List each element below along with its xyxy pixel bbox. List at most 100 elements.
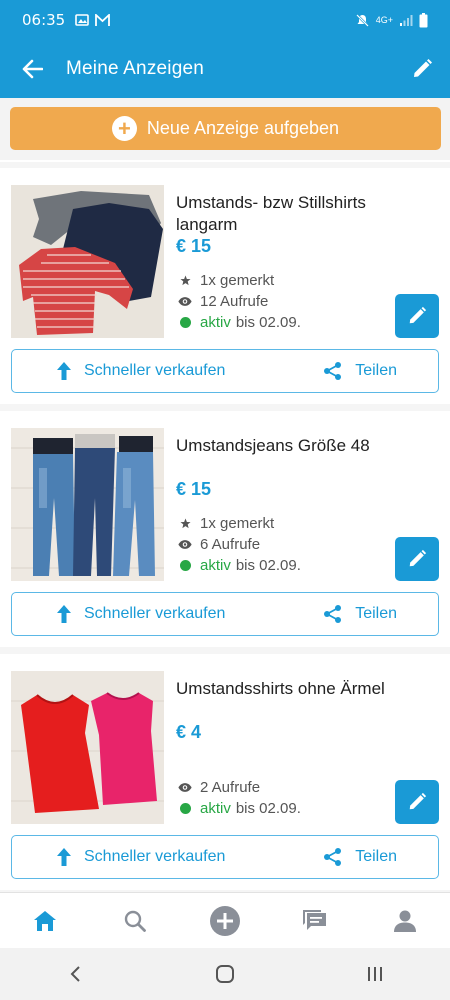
ad-image-long-sleeve-shirts[interactable] bbox=[11, 185, 164, 338]
ad-price: € 15 bbox=[176, 479, 212, 499]
ad-status: aktiv bis 02.09. bbox=[178, 555, 301, 576]
new-ad-button[interactable]: + Neue Anzeige aufgeben bbox=[10, 107, 441, 150]
share-button[interactable]: Teilen bbox=[323, 604, 397, 624]
status-label: aktiv bbox=[200, 314, 231, 331]
views-count: 6 Aufrufe bbox=[178, 534, 301, 555]
edit-ads-button[interactable] bbox=[394, 40, 450, 98]
saved-count-label: 1x gemerkt bbox=[200, 515, 275, 532]
page-title: Meine Anzeigen bbox=[66, 58, 205, 79]
status-label: aktiv bbox=[200, 557, 231, 574]
status-dot-icon bbox=[178, 803, 192, 814]
pencil-icon bbox=[409, 792, 427, 810]
ad-image-sleeveless-shirts[interactable] bbox=[11, 671, 164, 824]
saved-count: 1x gemerkt bbox=[178, 513, 301, 534]
ad-stats: 1x gemerkt 6 Aufrufe aktiv bis 02.09. bbox=[178, 513, 301, 576]
status-until: bis 02.09. bbox=[235, 557, 301, 574]
system-back-button[interactable] bbox=[45, 954, 105, 994]
new-ad-button-label: Neue Anzeige aufgeben bbox=[146, 118, 340, 138]
sell-faster-label: Schneller verkaufen bbox=[84, 605, 226, 622]
image-icon bbox=[75, 14, 90, 26]
sell-faster-label: Schneller verkaufen bbox=[84, 362, 226, 379]
eye-icon bbox=[178, 782, 192, 793]
saved-count-label: 1x gemerkt bbox=[200, 272, 275, 289]
share-icon bbox=[324, 605, 342, 623]
star-icon bbox=[178, 275, 192, 286]
home-square-icon bbox=[216, 965, 234, 983]
add-icon bbox=[210, 905, 240, 936]
signal-icon bbox=[400, 14, 413, 26]
share-button[interactable]: Teilen bbox=[323, 847, 397, 867]
network-type: 4G+ bbox=[375, 15, 393, 25]
ad-title[interactable]: Umstands- bzw Stillshirts langarm bbox=[176, 192, 416, 236]
status-until: bis 02.09. bbox=[235, 800, 301, 817]
nav-home[interactable] bbox=[15, 893, 75, 949]
ad-card[interactable]: Umstands- bzw Stillshirts langarm € 15 1… bbox=[0, 168, 450, 404]
views-count-label: 6 Aufrufe bbox=[200, 536, 261, 553]
home-icon bbox=[34, 910, 56, 931]
arrow-up-icon bbox=[57, 362, 71, 380]
ad-status: aktiv bis 02.09. bbox=[178, 312, 301, 333]
system-nav bbox=[0, 948, 450, 1000]
ad-image-jeans[interactable] bbox=[11, 428, 164, 581]
views-count-label: 2 Aufrufe bbox=[200, 779, 261, 796]
system-home-button[interactable] bbox=[195, 954, 255, 994]
ad-stats: 2 Aufrufe aktiv bis 02.09. bbox=[178, 777, 301, 819]
views-count-label: 12 Aufrufe bbox=[200, 293, 269, 310]
recents-icon bbox=[368, 967, 382, 981]
mail-icon bbox=[95, 13, 111, 26]
sleeveless-shirts-image bbox=[11, 671, 164, 824]
status-bar: 06:35 4G+ bbox=[0, 0, 450, 40]
eye-icon bbox=[178, 539, 192, 550]
messages-icon bbox=[303, 909, 326, 930]
edit-ad-button[interactable] bbox=[395, 537, 439, 581]
system-recents-button[interactable] bbox=[345, 954, 405, 994]
status-time: 06:35 bbox=[22, 11, 66, 29]
nav-search[interactable] bbox=[105, 893, 165, 949]
ad-actions: Schneller verkaufen Teilen bbox=[11, 592, 439, 636]
ad-price: € 4 bbox=[176, 722, 202, 742]
ad-card[interactable]: Umstandsjeans Größe 48 € 15 1x gemerkt 6… bbox=[0, 411, 450, 647]
status-label: aktiv bbox=[200, 800, 231, 817]
chevron-left-icon bbox=[70, 966, 80, 982]
arrow-up-icon bbox=[57, 605, 71, 623]
back-button[interactable] bbox=[4, 40, 60, 98]
eye-icon bbox=[178, 296, 192, 307]
profile-icon bbox=[394, 910, 416, 932]
nav-profile[interactable] bbox=[375, 893, 435, 949]
sell-faster-button[interactable]: Schneller verkaufen bbox=[56, 604, 225, 624]
share-label: Teilen bbox=[355, 605, 397, 622]
star-icon bbox=[178, 518, 192, 529]
sell-faster-button[interactable]: Schneller verkaufen bbox=[56, 361, 225, 381]
arrow-up-icon bbox=[57, 848, 71, 866]
status-dot-icon bbox=[178, 317, 192, 328]
mute-icon bbox=[355, 13, 369, 27]
edit-ad-button[interactable] bbox=[395, 294, 439, 338]
new-ad-bar: + Neue Anzeige aufgeben bbox=[0, 98, 450, 160]
views-count: 12 Aufrufe bbox=[178, 291, 301, 312]
ad-actions: Schneller verkaufen Teilen bbox=[11, 835, 439, 879]
sell-faster-button[interactable]: Schneller verkaufen bbox=[56, 847, 225, 867]
share-button[interactable]: Teilen bbox=[323, 361, 397, 381]
saved-count: 1x gemerkt bbox=[178, 270, 301, 291]
ad-card[interactable]: Umstandsshirts ohne Ärmel € 4 2 Aufrufe … bbox=[0, 654, 450, 890]
ad-status: aktiv bis 02.09. bbox=[178, 798, 301, 819]
ad-title[interactable]: Umstandsshirts ohne Ärmel bbox=[176, 678, 416, 700]
app-bar: Meine Anzeigen bbox=[0, 40, 450, 98]
views-count: 2 Aufrufe bbox=[178, 777, 301, 798]
ad-stats: 1x gemerkt 12 Aufrufe aktiv bis 02.09. bbox=[178, 270, 301, 333]
search-icon bbox=[124, 910, 146, 932]
edit-ad-button[interactable] bbox=[395, 780, 439, 824]
arrow-left-icon bbox=[22, 59, 43, 79]
sell-faster-label: Schneller verkaufen bbox=[84, 848, 226, 865]
share-label: Teilen bbox=[355, 362, 397, 379]
pencil-icon bbox=[409, 549, 427, 567]
bottom-nav bbox=[0, 892, 450, 948]
jeans-image bbox=[11, 428, 164, 581]
share-icon bbox=[324, 848, 342, 866]
ad-title[interactable]: Umstandsjeans Größe 48 bbox=[176, 435, 416, 457]
ads-list[interactable]: Umstands- bzw Stillshirts langarm € 15 1… bbox=[0, 162, 450, 892]
pencil-icon bbox=[409, 306, 427, 324]
nav-messages[interactable] bbox=[285, 893, 345, 949]
long-sleeve-shirts-image bbox=[11, 185, 164, 338]
nav-add[interactable] bbox=[195, 893, 255, 949]
